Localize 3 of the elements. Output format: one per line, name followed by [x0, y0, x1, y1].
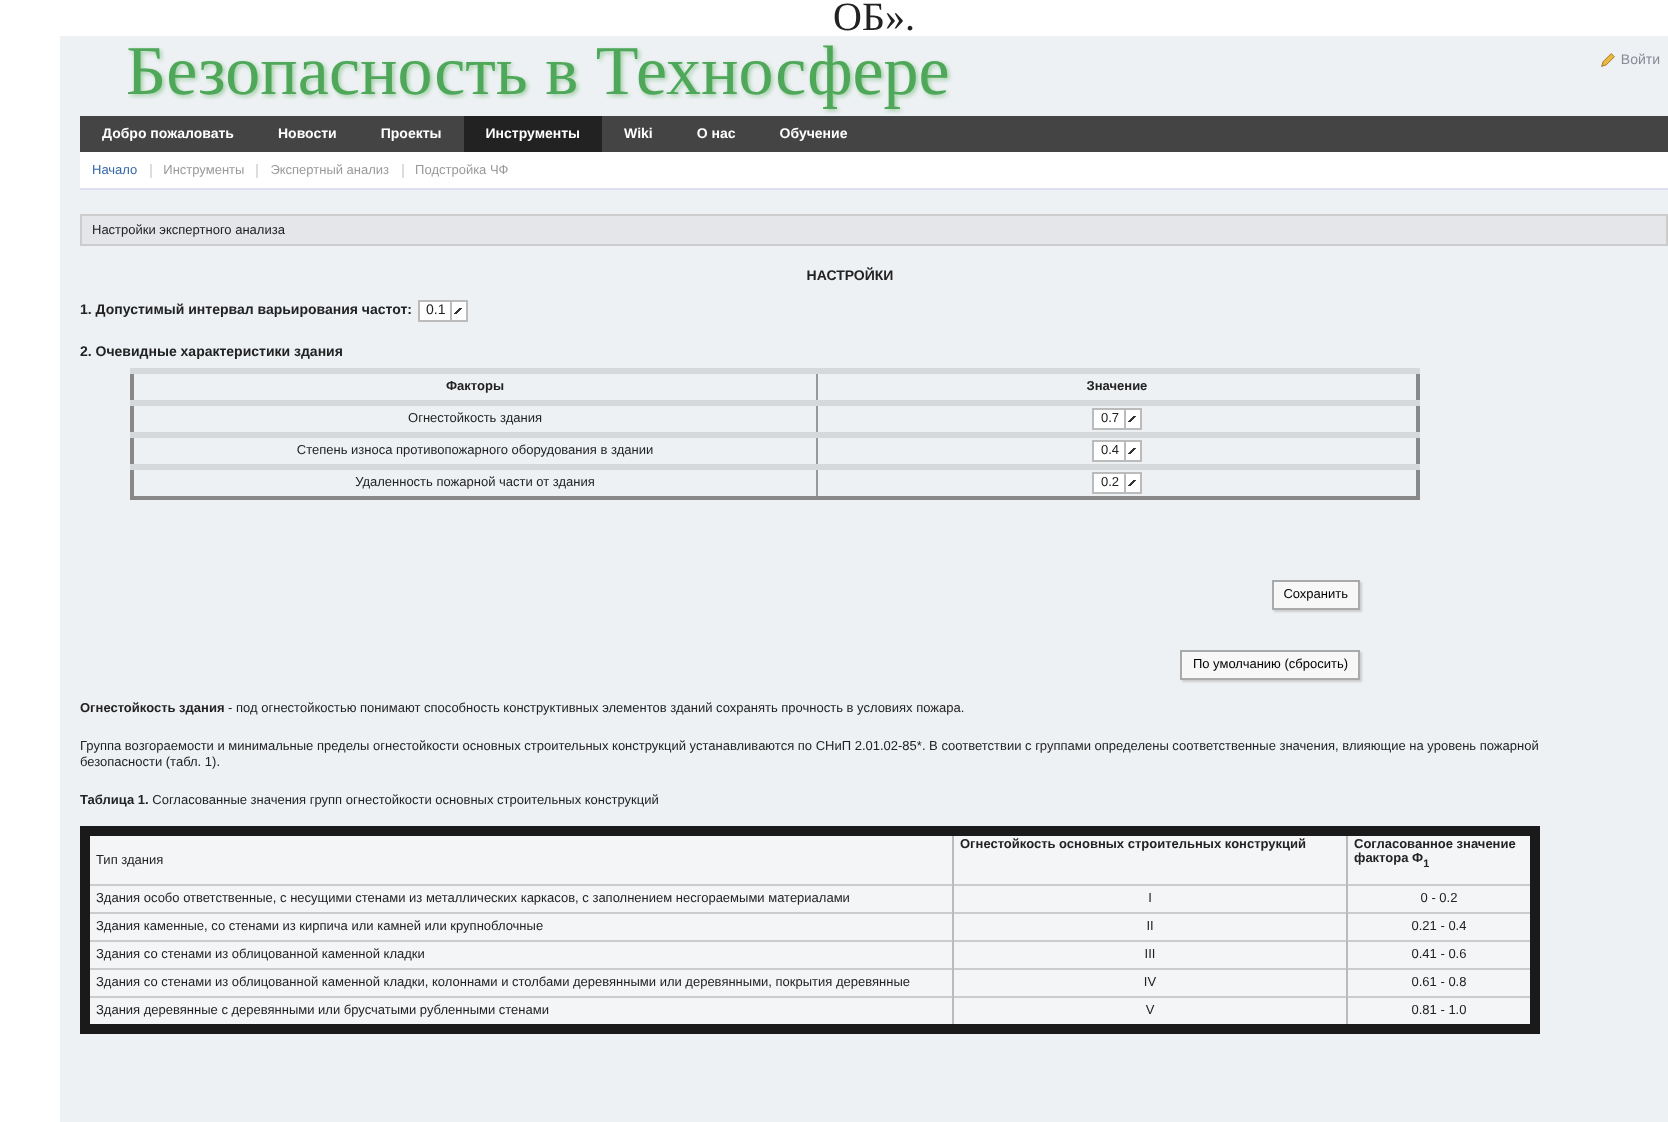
pencil-icon: [1600, 52, 1617, 68]
heading-fragment: ОБ».: [831, 0, 917, 36]
site-title: Безопасность в Техносфере: [126, 36, 950, 108]
